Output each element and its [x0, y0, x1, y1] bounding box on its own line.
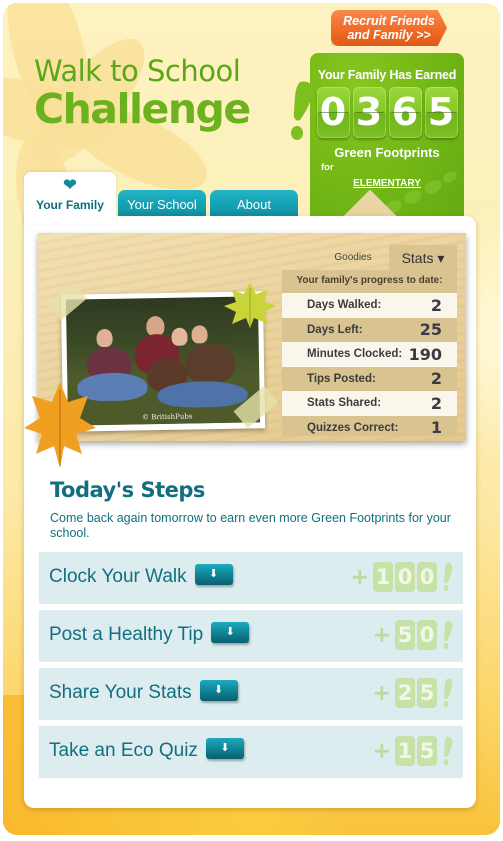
stat-value: 190 [408, 344, 442, 364]
steps-title: Today's Steps [50, 478, 205, 502]
stat-row: Tips Posted: 2 [282, 367, 457, 392]
step-share-your-stats[interactable]: Share Your Stats ⬇ + 2 5 [39, 668, 463, 720]
steps-description: Come back again tomorrow to earn even mo… [50, 511, 451, 540]
earned-panel: Your Family Has Earned 0 3 6 5 Green Foo… [310, 53, 464, 228]
stat-row: Minutes Clocked: 190 [282, 342, 457, 367]
reward-points: + 1 0 0 [351, 562, 453, 592]
reward-points: + 5 0 [373, 620, 453, 650]
reward-points: + 2 5 [373, 678, 453, 708]
logo-line2: Challenge [34, 85, 251, 133]
stats-panel: Your family's progress to date: Days Wal… [282, 270, 457, 437]
stat-row: Quizzes Correct: 1 [282, 416, 457, 441]
reward-digit: 0 [417, 562, 437, 592]
plus-sign: + [372, 622, 391, 648]
step-clock-your-walk[interactable]: Clock Your Walk ⬇ + 1 0 0 [39, 552, 463, 604]
stat-row: Days Walked: 2 [282, 293, 457, 318]
orange-leaf-icon [24, 382, 96, 468]
tab-your-family[interactable]: ❤ Your Family [24, 172, 116, 224]
heart-icon: ❤ [63, 177, 77, 194]
reward-digit: 5 [417, 736, 437, 766]
counter-digit: 3 [352, 87, 386, 138]
reward-digit: 5 [417, 678, 437, 708]
stat-label: Quizzes Correct: [307, 421, 399, 434]
logo-line1: Walk to School [34, 54, 241, 88]
footprint-exclamation-icon [443, 620, 453, 649]
chevron-down-icon: ⬇ [209, 568, 219, 581]
plus-sign: + [372, 738, 391, 764]
step-label: Clock Your Walk [49, 566, 187, 587]
expand-button[interactable]: ⬇ [205, 738, 244, 760]
stat-label: Tips Posted: [307, 372, 376, 385]
stat-label: Days Left: [307, 323, 363, 336]
stats-tabs: Goodies Stats ▾ [322, 245, 457, 271]
chevron-down-icon: ⬇ [225, 626, 235, 639]
stat-value: 2 [430, 295, 442, 315]
stat-row: Stats Shared: 2 [282, 391, 457, 416]
counter-digit: 6 [388, 87, 422, 138]
step-take-eco-quiz[interactable]: Take an Eco Quiz ⬇ + 1 5 [39, 726, 463, 778]
counter-digit: 0 [316, 87, 350, 138]
yellow-leaf-icon [224, 282, 276, 328]
expand-button[interactable]: ⬇ [199, 680, 238, 702]
tab-stats[interactable]: Stats ▾ [389, 245, 457, 271]
expand-button[interactable]: ⬇ [211, 622, 250, 644]
footprint-exclamation-icon [443, 678, 453, 707]
recruit-friends-button[interactable]: Recruit Friends and Family >> [331, 10, 447, 46]
expand-button[interactable]: ⬇ [194, 564, 233, 586]
stat-label: Days Walked: [307, 299, 382, 312]
earned-counter: 0 3 6 5 [310, 87, 464, 138]
logo: Walk to School Challenge [34, 54, 313, 140]
stat-value: 2 [430, 369, 442, 389]
stat-value: 2 [430, 393, 442, 413]
chevron-down-icon: ⬇ [214, 684, 224, 697]
stats-heading: Your family's progress to date: [296, 275, 443, 286]
reward-digit: 0 [395, 562, 415, 592]
stat-value: 25 [419, 320, 442, 340]
step-label: Post a Healthy Tip [49, 624, 204, 645]
step-label: Share Your Stats [49, 682, 192, 703]
plus-sign: + [372, 680, 391, 706]
reward-digit: 1 [395, 736, 415, 766]
reward-digit: 1 [373, 562, 393, 592]
counter-digit: 5 [424, 87, 458, 138]
reward-digit: 5 [395, 620, 415, 650]
earned-title: Your Family Has Earned [317, 68, 457, 82]
step-label: Take an Eco Quiz [49, 740, 198, 761]
footprint-exclamation-icon [443, 562, 453, 591]
tab-label: Your Family [36, 198, 104, 212]
stat-row: Days Left: 25 [282, 318, 457, 343]
reward-digit: 0 [417, 620, 437, 650]
stat-label: Stats Shared: [307, 397, 382, 410]
tab-goodies[interactable]: Goodies [322, 245, 384, 271]
step-post-healthy-tip[interactable]: Post a Healthy Tip ⬇ + 5 0 [39, 610, 463, 662]
reward-digit: 2 [395, 678, 415, 708]
stat-label: Minutes Clocked: [307, 348, 403, 361]
stat-value: 1 [430, 418, 442, 438]
plus-sign: + [350, 564, 369, 590]
chevron-down-icon: ⬇ [220, 742, 230, 755]
earned-unit: Green Footprints [334, 145, 440, 160]
reward-points: + 1 5 [373, 736, 453, 766]
footprint-exclamation-icon [443, 736, 453, 765]
photo-caption: © BritishPubs [141, 412, 193, 422]
